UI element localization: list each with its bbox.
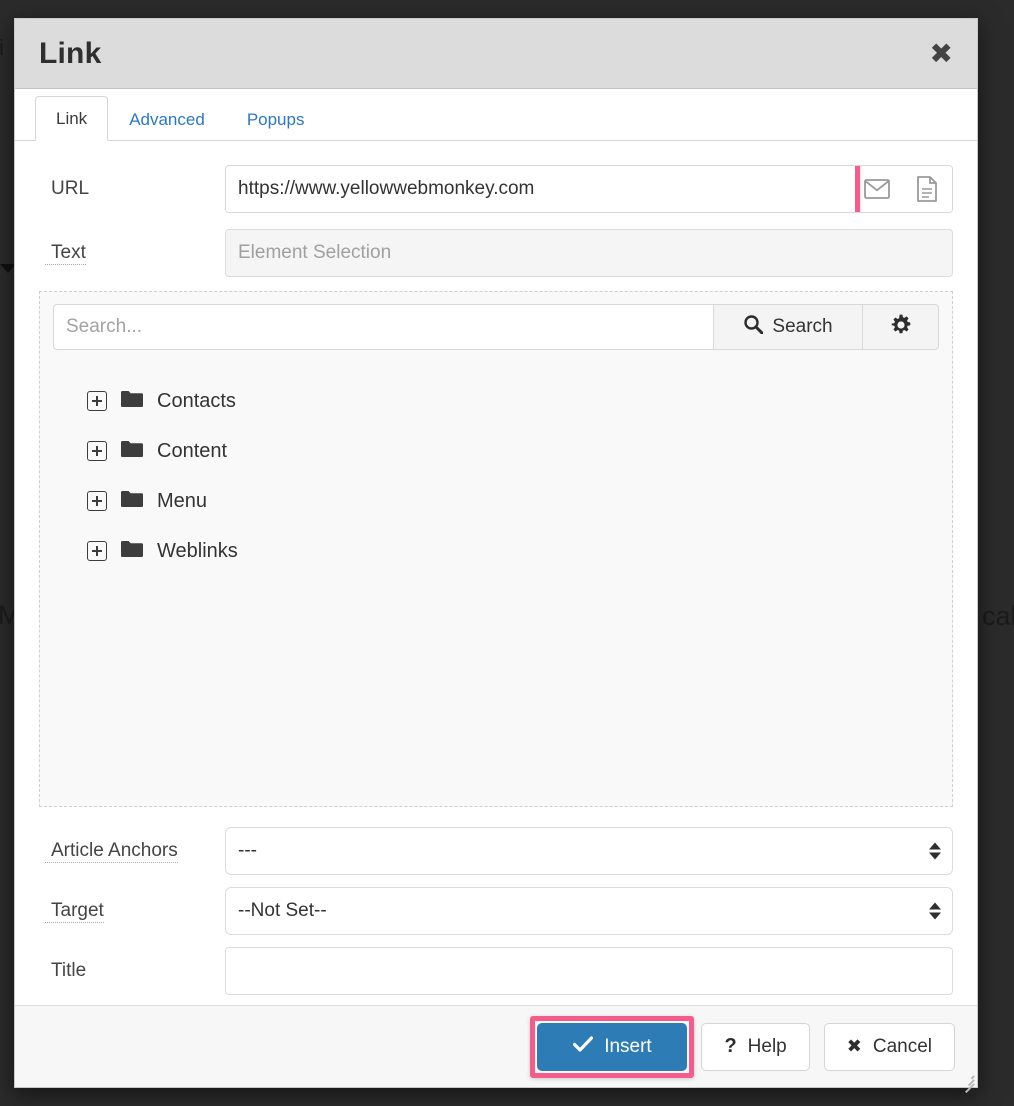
close-icon[interactable]: ✖ [930,39,953,68]
title-input[interactable] [225,947,953,995]
help-button-label: Help [747,1035,787,1057]
link-browser-panel: Search... Search Contacts Content Menu W… [39,291,953,807]
text-label-cell: Text [39,242,225,265]
tree-item-label: Menu [157,489,208,512]
article-anchors-select-wrap: --- [225,827,953,875]
folder-icon [121,490,143,513]
tree-item-label: Weblinks [157,539,238,562]
browser-options-button[interactable] [863,304,939,350]
article-anchors-label-cell: Article Anchors [39,840,225,863]
magnifier-icon [743,314,764,340]
folder-icon [121,390,143,413]
search-button-label: Search [772,316,833,337]
search-bar: Search [53,304,939,350]
tree-item-label: Content [157,439,228,462]
title-row: Title [39,947,953,995]
resize-grip[interactable] [962,1072,975,1093]
link-dialog: Link ✖ Link Advanced Popups URL https://… [14,18,978,1093]
target-select-wrap: --Not Set-- [225,887,953,935]
cancel-button-label: Cancel [872,1035,932,1057]
article-anchors-select[interactable]: --- [225,827,953,875]
url-input-group [225,165,953,213]
target-label-cell: Target [39,900,225,923]
tab-link[interactable]: Link [35,96,109,141]
url-label-cell: URL [39,178,225,200]
url-input-wrapper [226,166,860,212]
expand-plus-icon[interactable] [87,441,107,461]
search-button[interactable]: Search [713,304,863,350]
url-input[interactable] [226,166,852,212]
article-anchors-value: --- [238,840,257,861]
tree-item-content[interactable]: Content [53,426,939,476]
tree-item-contacts[interactable]: Contacts [53,376,939,426]
insert-button[interactable]: Insert [537,1022,688,1071]
insert-button-wrapper: Insert [530,1015,695,1078]
background-text-right: call [982,601,1014,631]
x-icon: ✖ [846,1036,862,1057]
article-anchors-row: Article Anchors --- [39,827,953,875]
tree-item-menu[interactable]: Menu [53,476,939,526]
text-row: Text [39,229,953,277]
text-label: Text [45,242,86,265]
url-row: URL [39,165,953,213]
background-text-left-top: i [0,35,4,60]
document-icon[interactable] [902,166,952,212]
tab-advanced[interactable]: Advanced [108,97,226,141]
insert-button-label: Insert [604,1035,652,1057]
link-tree: Contacts Content Menu Weblinks [53,360,939,576]
help-button[interactable]: ? Help [701,1022,810,1071]
folder-icon [121,540,143,563]
tab-bar: Link Advanced Popups [15,89,977,141]
expand-plus-icon[interactable] [87,391,107,411]
dialog-header: Link ✖ [15,19,977,89]
folder-icon [121,440,143,463]
url-label: URL [51,178,90,199]
expand-plus-icon[interactable] [87,541,107,561]
cancel-button[interactable]: ✖ Cancel [823,1022,955,1071]
tree-item-weblinks[interactable]: Weblinks [53,526,939,576]
tree-item-label: Contacts [157,389,236,412]
tab-popups[interactable]: Popups [226,97,326,141]
title-label-cell: Title [39,960,225,982]
dialog-body: URL https://www.yellowwebmonkey.com Text… [15,141,977,1005]
check-icon [573,1035,594,1058]
gear-icon [890,314,912,341]
text-input[interactable] [225,229,953,277]
target-row: Target --Not Set-- [39,887,953,935]
envelope-icon[interactable] [852,166,902,212]
dialog-footer: Insert ? Help ✖ Cancel [15,1005,977,1093]
question-icon: ? [724,1035,737,1057]
target-label: Target [45,900,104,923]
target-value: --Not Set-- [238,900,327,921]
search-input[interactable] [53,304,713,350]
dialog-title: Link [39,36,102,70]
target-select[interactable]: --Not Set-- [225,887,953,935]
article-anchors-label: Article Anchors [45,840,178,863]
expand-plus-icon[interactable] [87,491,107,511]
title-label: Title [51,960,87,981]
